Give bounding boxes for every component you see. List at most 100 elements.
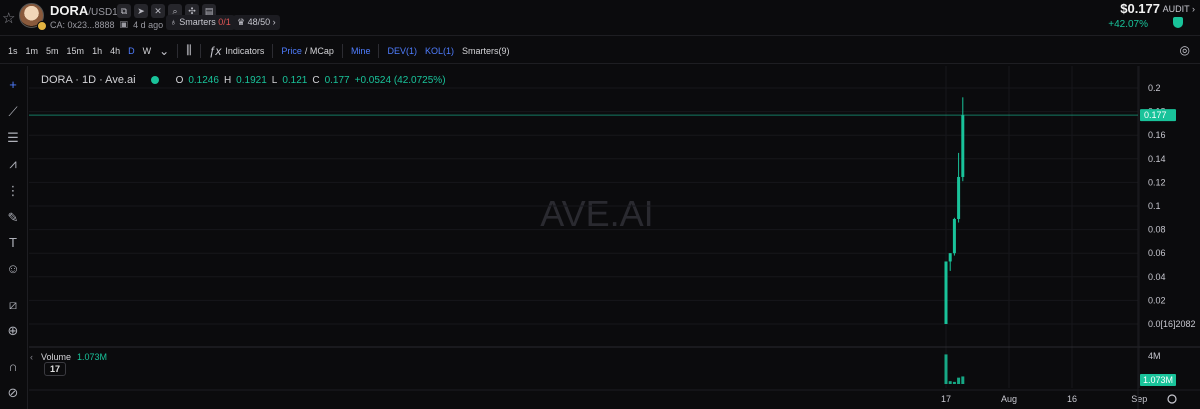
candle-body [948,253,952,262]
token-meta: CA: 0x23...8888 ▣ 4 d ago [50,19,163,30]
copy-icon[interactable]: ⧉ [117,4,131,18]
kol-toggle[interactable]: KOL(1) [425,46,454,56]
smarters-value: 0/1 [218,17,231,27]
chart-title: DORA · 1D · Ave.ai [41,74,136,86]
crosshair-icon[interactable]: + [4,76,22,94]
volume-bar [944,354,948,384]
shield-icon[interactable] [1173,17,1183,28]
smarters-toggle[interactable]: Smarters(9) [462,46,510,56]
holders-value: 48/50 [247,17,271,27]
interval-5m[interactable]: 5m [46,46,59,56]
crown-icon: ♛ [237,17,246,27]
contract-address[interactable]: CA: 0x23...8888 [50,20,115,30]
emoji-icon[interactable]: ☺ [4,260,22,278]
divider [177,43,179,58]
lock-icon[interactable]: ⊘ [4,384,22,402]
candle-body [961,115,965,177]
pattern-icon[interactable]: ⩘ [4,155,22,173]
collapse-arrow-icon[interactable]: ‹ [30,352,33,362]
magnet-icon[interactable]: ∩ [4,358,22,376]
interval-4h[interactable]: 4h [110,46,120,56]
chain-badge-icon [37,21,47,31]
settings-gear-icon [1167,394,1177,404]
open-value: 0.1246 [188,74,219,86]
divider [378,43,380,58]
volume-bar [948,381,952,384]
ruler-icon[interactable]: ⧄ [4,296,22,314]
audit-link[interactable]: AUDIT › [1163,4,1195,14]
interval-w[interactable]: W [143,46,152,56]
time-tick-label: Sep [1131,394,1147,404]
low-key: L [271,74,278,86]
copy-contract-icon[interactable]: ▣ [120,19,129,30]
smarters-chip[interactable]: ♁ Smarters 0/1 [166,15,235,30]
camera-icon[interactable]: ◎ [1180,43,1190,57]
price-tick-label: 0.12 [1148,177,1166,187]
pair-quote: /USD1 [88,7,118,18]
chart-legend: DORA · 1D · Ave.ai O 0.1246 H 0.1921 L 0.12… [41,74,446,86]
text-icon[interactable]: T [4,234,22,252]
telegram-icon[interactable]: ➤ [134,4,148,18]
interval-d[interactable]: D [128,46,135,56]
volume-tick-label: 4M [1148,351,1161,361]
current-price: $0.177 [1120,1,1160,16]
time-tick-label: 17 [941,394,951,404]
holders-chip[interactable]: ♛ 48/50 › [233,15,280,30]
price-toggle[interactable]: Price [281,46,302,56]
interval-1s[interactable]: 1s [8,46,18,56]
price-tick-label: 0.16 [1148,130,1166,140]
close-value: 0.177 [324,74,350,86]
fib-retracement-icon[interactable]: ☰ [4,129,22,147]
token-age: 4 d ago [133,19,164,30]
watermark: AVE.AI [540,193,653,234]
price-tick-label: 0.1 [1148,201,1161,211]
divider [341,43,343,58]
last-volume-label: 1.073M [1143,375,1173,385]
price-chart[interactable]: AVE.AI0.20.180.160.140.120.10.080.060.04… [29,66,1200,409]
last-price-label: 0.177 [1144,110,1167,120]
divider [272,43,274,58]
smarters-icon: ♁ [170,17,177,27]
candle-type-icon[interactable]: ⫼ [186,43,192,58]
interval-selector: 1s 1m 5m 15m 1h 4h D W [0,46,151,56]
change-value: +0.0524 (42.0725%) [354,74,446,86]
indicators-button[interactable]: Indicators [225,46,264,56]
time-tick-label: 16 [1067,394,1077,404]
token-header: ☆ DORA/USD1 ⧉ ➤ ✕ ⌕ ✣ ▤ CA: 0x23...8888 ▣ 4 d… [0,0,1200,36]
indicators-icon[interactable]: ƒx [209,44,222,58]
visibility-dot-icon[interactable] [150,76,159,84]
interval-1h[interactable]: 1h [92,46,102,56]
trend-line-icon[interactable]: ⟋ [4,103,22,121]
candle-body [957,176,961,219]
brush-icon[interactable]: ✎ [4,209,22,227]
smarters-label: Smarters [179,17,216,27]
price-tick-label: 0.06 [1148,248,1166,258]
volume-bar [952,381,956,384]
price-tick-label: 0.02 [1148,295,1166,305]
tradingview-logo[interactable]: 17 [44,362,66,376]
interval-1m[interactable]: 1m [26,46,39,56]
volume-bar [957,377,961,384]
drawing-tools: + ⟋ ☰ ⩘ ⋮ ✎ T ☺ ⧄ ⊕ ∩ ⊘ [0,66,28,409]
volume-label: Volume [41,352,72,362]
price-change: +42.07% [1108,19,1148,30]
close-key: C [312,74,320,86]
chart-canvas[interactable]: AVE.AI0.20.180.160.140.120.10.080.060.04… [29,66,1200,409]
zoom-in-icon[interactable]: ⊕ [4,322,22,340]
chart-toolbar: 1s 1m 5m 15m 1h 4h D W ⌄ ⫼ ƒx Indicators Price … [0,38,1200,64]
favorite-star-icon[interactable]: ☆ [2,9,15,27]
candle-body [952,218,956,254]
dev-toggle[interactable]: DEV(1) [387,46,417,56]
mine-toggle[interactable]: Mine [351,46,371,56]
chevron-down-icon[interactable]: ⌄ [159,44,169,58]
candle-body [944,261,948,324]
price-tick-label: 0.0[16]2082 [1148,319,1196,329]
projection-icon[interactable]: ⋮ [4,182,22,200]
price-tick-label: 0.2 [1148,83,1161,93]
interval-15m[interactable]: 15m [67,46,85,56]
price-tick-label: 0.14 [1148,154,1166,164]
price-tick-label: 0.04 [1148,272,1166,282]
mcap-toggle[interactable]: / MCap [305,46,334,56]
token-symbol: DORA [50,3,89,18]
x-icon[interactable]: ✕ [151,4,165,18]
